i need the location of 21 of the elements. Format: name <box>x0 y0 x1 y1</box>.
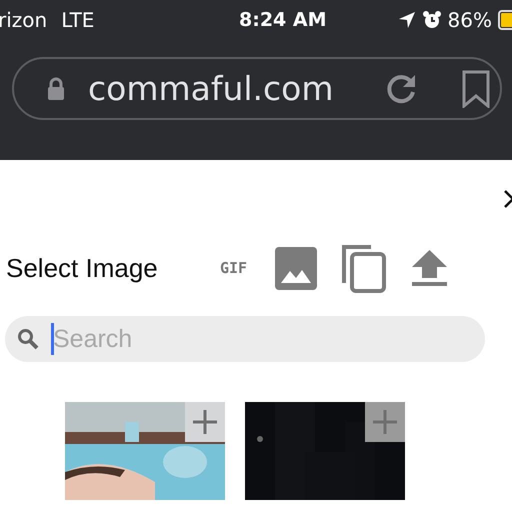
image-icon[interactable] <box>275 246 318 290</box>
search-input[interactable]: Search <box>53 324 353 354</box>
copy-icon[interactable] <box>341 243 388 293</box>
upload-icon[interactable] <box>411 250 448 286</box>
dialog-title: Select Image <box>6 252 159 284</box>
alarm-clock-icon <box>422 10 442 30</box>
close-icon[interactable] <box>504 190 512 208</box>
address-bar[interactable]: commaful.com <box>12 57 502 120</box>
clock-time: 8:24 AM <box>239 9 327 31</box>
location-arrow-icon <box>398 11 416 29</box>
battery-percent: 86% <box>448 8 492 32</box>
bookmark-icon[interactable] <box>462 70 490 108</box>
add-icon[interactable] <box>185 402 225 442</box>
search-icon <box>17 328 39 350</box>
battery-icon <box>498 9 512 31</box>
search-bar[interactable]: Search <box>5 316 485 362</box>
gif-button[interactable]: GIF <box>220 259 248 277</box>
url-text: commaful.com <box>88 69 334 108</box>
lock-icon <box>46 76 66 100</box>
carrier-name: rizon <box>0 8 48 32</box>
network-type: LTE <box>61 8 94 32</box>
